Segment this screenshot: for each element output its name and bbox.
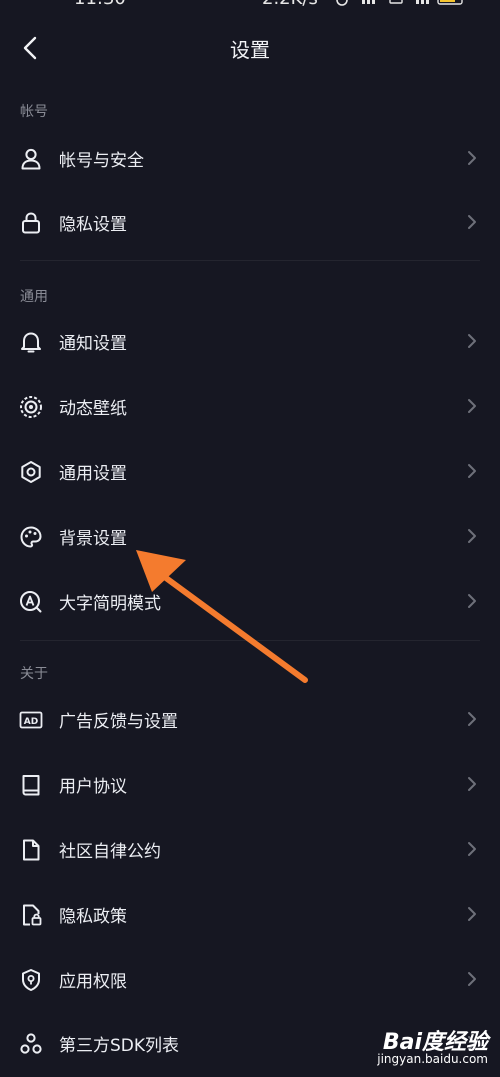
page-title: 设置: [230, 38, 270, 62]
chevron-right-icon: [468, 334, 476, 348]
gear-icon: [18, 459, 44, 485]
watermark-url: jingyan.baidu.com: [377, 1052, 488, 1066]
menu-item-privacy-settings[interactable]: 隐私设置: [0, 192, 500, 252]
section-divider: [20, 260, 480, 261]
menu-item-label: 社区自律公约: [59, 842, 161, 862]
user-icon: [18, 146, 44, 172]
menu-item-label: 第三方SDK列表: [59, 1036, 180, 1056]
menu-item-app-permissions[interactable]: 应用权限: [0, 949, 500, 1009]
chevron-right-icon: [468, 399, 476, 413]
menu-item-privacy-policy[interactable]: 隐私政策: [0, 884, 500, 944]
menu-item-label: 应用权限: [59, 972, 127, 992]
status-time: 11:30: [74, 0, 126, 9]
menu-item-label: 广告反馈与设置: [59, 712, 178, 732]
status-bar: 11:30 2.2K/s: [0, 0, 500, 12]
chevron-right-icon: [468, 529, 476, 543]
status-icons: [336, 0, 463, 6]
shield-icon: [18, 967, 44, 993]
live-wallpaper-icon: [18, 394, 44, 420]
menu-item-account-security[interactable]: 帐号与安全: [0, 128, 500, 188]
chevron-right-icon: [468, 151, 476, 165]
menu-item-label: 用户协议: [59, 777, 127, 797]
section-label-general: 通用: [20, 289, 48, 305]
chevron-right-icon: [468, 215, 476, 229]
settings-screen: 11:30 2.2K/s 设置 帐号 帐号与安全: [0, 0, 500, 1077]
ad-icon: AD: [18, 707, 44, 733]
chevron-right-icon: [468, 842, 476, 856]
privacy-policy-icon: [18, 902, 44, 928]
annotation-arrow: [136, 550, 308, 683]
chevron-right-icon: [468, 972, 476, 986]
menu-item-notification-settings[interactable]: 通知设置: [0, 311, 500, 371]
menu-item-live-wallpaper[interactable]: 动态壁纸: [0, 376, 500, 436]
chevron-right-icon: [468, 907, 476, 921]
palette-icon: [18, 524, 44, 550]
chevron-right-icon: [468, 777, 476, 791]
section-label-account: 帐号: [20, 104, 48, 120]
menu-item-label: 帐号与安全: [59, 151, 144, 171]
lock-icon: [18, 210, 44, 236]
network-speed: 2.2K/s: [262, 0, 318, 9]
chevron-right-icon: [468, 594, 476, 608]
top-bar: 设置: [0, 20, 500, 76]
large-text-icon: [18, 589, 44, 615]
menu-item-label: 动态壁纸: [59, 399, 127, 419]
sdk-icon: [18, 1031, 44, 1057]
menu-item-user-agreement[interactable]: 用户协议: [0, 754, 500, 814]
svg-text:AD: AD: [24, 717, 38, 727]
baidu-jingyan-watermark: Bai度经验 jingyan.baidu.com: [376, 1022, 496, 1074]
bell-icon: [18, 329, 44, 355]
menu-item-label: 隐私政策: [59, 907, 127, 927]
menu-item-community-guidelines[interactable]: 社区自律公约: [0, 819, 500, 879]
book-icon: [18, 772, 44, 798]
chevron-right-icon: [468, 712, 476, 726]
document-icon: [18, 837, 44, 863]
menu-item-label: 隐私设置: [59, 215, 127, 235]
menu-item-label: 通用设置: [59, 464, 127, 484]
menu-item-label: 通知设置: [59, 334, 127, 354]
chevron-right-icon: [468, 464, 476, 478]
menu-item-ad-feedback[interactable]: AD 广告反馈与设置: [0, 689, 500, 749]
section-label-about: 关于: [20, 666, 48, 682]
menu-item-general-settings[interactable]: 通用设置: [0, 441, 500, 501]
menu-item-label: 背景设置: [59, 529, 127, 549]
